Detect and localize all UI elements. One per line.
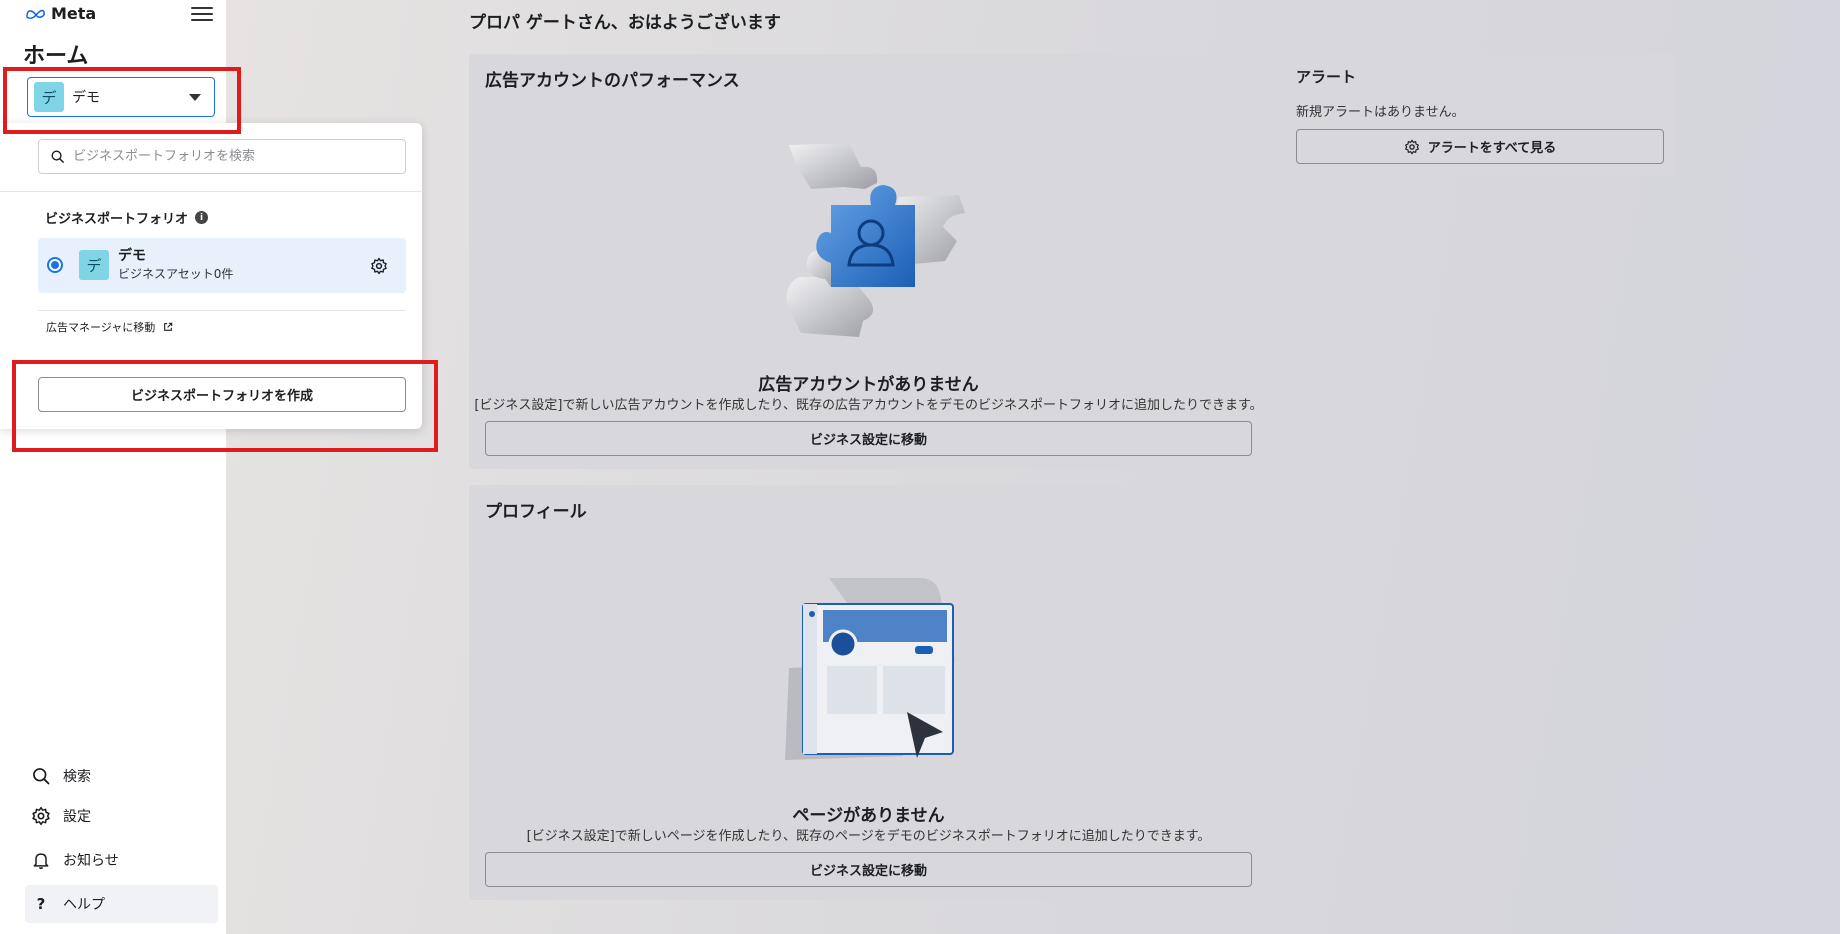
sidebar-item-notifications[interactable]: お知らせ: [25, 842, 218, 878]
puzzle-illustration: [786, 143, 965, 337]
sidebar-item-settings[interactable]: 設定: [25, 798, 218, 834]
greeting-heading: プロパ ゲートさん、おはようございます: [469, 13, 781, 33]
view-all-alerts-label: アラートをすべて見る: [1427, 141, 1557, 156]
sidebar-item-label: お知らせ: [63, 853, 119, 869]
sidebar-item-label: 設定: [63, 809, 91, 825]
highlight-box-create: [12, 360, 438, 452]
meta-logo[interactable]: Meta: [25, 4, 96, 23]
profile-card: プロフィール ページがありません [ビジネス設定]で新しいページを作成したり、既…: [469, 485, 1268, 900]
portfolio-search-input[interactable]: [71, 148, 375, 165]
alerts-text: 新規アラートはありません。: [1296, 105, 1465, 120]
portfolio-avatar: デ: [79, 250, 109, 280]
profile-empty-description: [ビジネス設定]で新しいページを作成したり、既存のページをデモのビジネスポートフ…: [526, 829, 1211, 844]
menu-icon[interactable]: [191, 4, 213, 24]
portfolio-name: デモ: [118, 248, 146, 264]
profile-title: プロフィール: [485, 502, 587, 522]
ad-business-settings-button[interactable]: ビジネス設定に移動: [485, 421, 1252, 456]
ad-performance-title: 広告アカウントのパフォーマンス: [485, 71, 740, 91]
question-icon: ?: [36, 895, 46, 913]
sidebar-item-help[interactable]: ? ヘルプ: [25, 885, 218, 923]
alerts-title: アラート: [1296, 68, 1357, 86]
ad-empty-description: [ビジネス設定]で新しい広告アカウントを作成したり、既存の広告アカウントをデモの…: [474, 398, 1263, 413]
meta-logo-text: Meta: [51, 4, 97, 23]
alerts-card: アラート 新規アラートはありません。 アラートをすべて見る: [1284, 54, 1676, 176]
ads-manager-link[interactable]: 広告マネージャに移動: [46, 319, 173, 335]
meta-infinity-icon: [26, 9, 45, 19]
profile-empty-title: ページがありません: [792, 806, 945, 826]
search-icon: [33, 768, 50, 785]
sidebar-item-label: 検索: [63, 769, 91, 785]
search-icon: [51, 150, 64, 163]
sidebar-item-search[interactable]: 検索: [25, 758, 218, 794]
gear-icon: [1404, 139, 1419, 154]
portfolio-asset-count: ビジネスアセット0件: [118, 267, 234, 281]
portfolio-section-label: ビジネスポートフォリオ: [45, 212, 189, 227]
portfolio-list-item[interactable]: デ デモ ビジネスアセット0件: [38, 238, 406, 293]
info-icon[interactable]: i: [195, 211, 209, 224]
divider: [0, 191, 422, 192]
ads-manager-link-label: 広告マネージャに移動: [46, 321, 156, 334]
gear-icon: [32, 806, 50, 826]
highlight-box-selector: [3, 67, 241, 134]
view-all-alerts-button[interactable]: アラートをすべて見る: [1296, 129, 1664, 164]
divider: [38, 310, 406, 311]
gear-icon[interactable]: [370, 257, 388, 275]
bell-icon: [33, 853, 49, 870]
external-link-icon: [164, 322, 173, 331]
ad-empty-title: 広告アカウントがありません: [758, 375, 979, 395]
portfolio-radio[interactable]: [47, 257, 63, 273]
sidebar-item-label: ヘルプ: [63, 897, 105, 913]
page-title: ホーム: [23, 44, 89, 69]
ad-performance-card: 広告アカウントのパフォーマンス 広告アカウントがありません [ビジネス設定]で新…: [469, 54, 1268, 469]
portfolio-search-field[interactable]: [38, 139, 406, 174]
profile-business-settings-button[interactable]: ビジネス設定に移動: [485, 852, 1252, 887]
profile-page-illustration: [785, 578, 955, 760]
portfolio-section-title: ビジネスポートフォリオ i: [45, 208, 209, 227]
